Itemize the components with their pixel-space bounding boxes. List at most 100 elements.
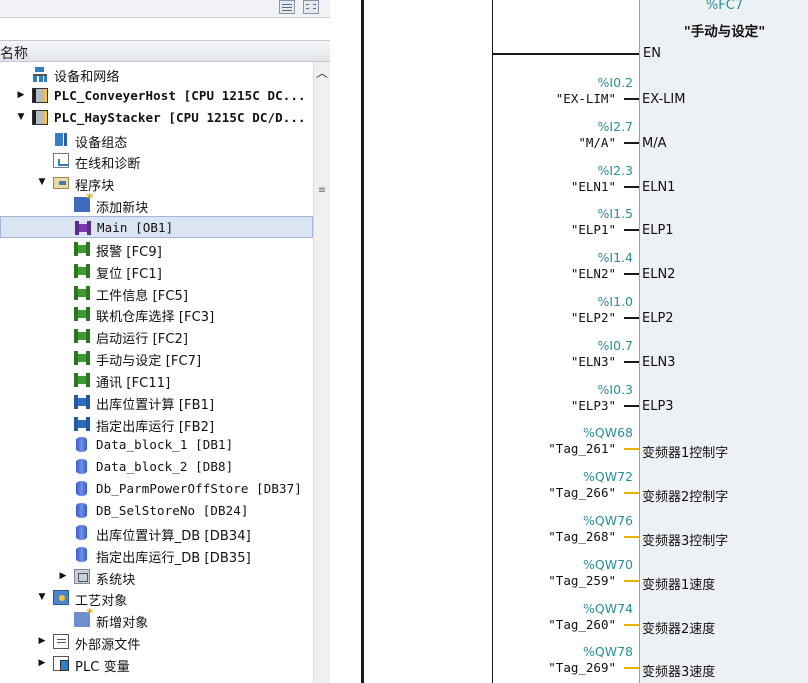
param-wire xyxy=(624,667,639,670)
tree-item[interactable]: 添加新块 xyxy=(0,192,313,216)
collapse-arrow-icon[interactable]: ▼ xyxy=(16,111,26,123)
tree-item[interactable]: ▼ 程序块 xyxy=(0,172,313,194)
scroll-grip-icon[interactable]: ≡ xyxy=(317,186,327,196)
tree-item[interactable]: Main [OB1] xyxy=(0,215,313,238)
param-tag[interactable]: "ELN3" xyxy=(571,354,616,369)
column-header[interactable]: 名称 xyxy=(0,40,330,62)
param-tag[interactable]: "Tag_266" xyxy=(548,485,616,500)
tree-item[interactable]: ▶ PLC_ConveyerHost [CPU 1215C DC... xyxy=(0,85,313,107)
pin-label: 变频器3控制字 xyxy=(642,534,729,549)
scroll-up-icon[interactable]: ︿ xyxy=(316,67,328,79)
param-tag[interactable]: "Tag_260" xyxy=(548,617,616,632)
param-address: %I0.3 xyxy=(597,381,633,397)
tree-item[interactable]: 指定出库运行 [FB2] xyxy=(0,413,313,435)
plc-icon xyxy=(32,87,48,103)
tree-item-label: Data_block_1 [DB1] xyxy=(96,437,234,453)
tree-item[interactable]: 手动与设定 [FC7] xyxy=(0,347,313,369)
tree-item-label: 设备和网络 xyxy=(54,70,120,85)
param-tag[interactable]: "ELN1" xyxy=(571,179,616,194)
tree-item[interactable]: 联机仓库选择 [FC3] xyxy=(0,303,313,325)
tree-item[interactable]: DB_SelStoreNo [DB24] xyxy=(0,500,313,522)
tree-item[interactable]: ▶ PLC 变量 xyxy=(0,653,313,675)
db-block-icon xyxy=(76,481,87,497)
external-source-icon xyxy=(53,634,69,650)
param-tag[interactable]: "ELP2" xyxy=(571,310,616,325)
param-tag[interactable]: "ELP1" xyxy=(571,222,616,237)
tree-item-label: 通讯 [FC11] xyxy=(96,375,171,391)
tree-item[interactable]: 在线和诊断 xyxy=(0,150,313,172)
expand-arrow-icon[interactable]: ▶ xyxy=(37,657,47,669)
fc-block-icon xyxy=(74,285,90,300)
expand-arrow-icon[interactable]: ▶ xyxy=(37,635,47,647)
fc-block-icon xyxy=(74,329,90,344)
tree-item[interactable]: Db_ParmPowerOffStore [DB37] xyxy=(0,478,313,500)
power-rail xyxy=(361,0,364,683)
tree-item-label: PLC 变量 xyxy=(75,659,130,675)
param-wire xyxy=(624,579,639,582)
pin-label: ELP2 xyxy=(642,311,674,326)
tree-item[interactable]: ▶ 系统块 xyxy=(0,566,313,588)
tree-item[interactable]: 设备和网络 xyxy=(0,63,313,85)
tree-item[interactable]: 指定出库运行_DB [DB35] xyxy=(0,544,313,566)
expand-arrow-icon[interactable]: ▶ xyxy=(16,89,26,101)
tree-item-label: 系统块 xyxy=(96,572,136,588)
tree-item[interactable]: 出库位置计算_DB [DB34] xyxy=(0,522,313,544)
tree-item[interactable]: 设备组态 xyxy=(0,129,313,151)
param-address: %QW72 xyxy=(583,469,633,485)
tree-item[interactable]: ▼ PLC_HayStacker [CPU 1215C DC/D... xyxy=(0,107,313,129)
param-tag[interactable]: "Tag_268" xyxy=(548,529,616,544)
fc-block-icon xyxy=(74,372,90,387)
tree-item[interactable]: ▶ 外部源文件 xyxy=(0,631,313,653)
param-wire xyxy=(624,185,639,188)
tree-toolbar xyxy=(0,0,330,18)
network-icon xyxy=(32,66,48,82)
tree-item[interactable]: 复位 [FC1] xyxy=(0,260,313,282)
project-tree: 名称 设备和网络 ▶ PLC_ConveyerHost [CPU 1215C DC.… xyxy=(0,0,330,683)
ob-block-icon xyxy=(75,220,91,235)
block-name[interactable]: "手动与设定" xyxy=(640,20,808,40)
pin-label: 变频器3速度 xyxy=(642,665,716,681)
collapse-arrow-icon[interactable]: ▼ xyxy=(37,176,47,188)
param-address: %QW68 xyxy=(583,425,633,441)
pin-label: 变频器2速度 xyxy=(642,621,716,637)
tree-item[interactable]: 启动运行 [FC2] xyxy=(0,325,313,347)
param-wire xyxy=(624,360,639,363)
tree-item[interactable]: ▼ 工艺对象 xyxy=(0,587,313,609)
fc-block-icon xyxy=(74,307,90,322)
tree-item[interactable]: Data_block_1 [DB1] xyxy=(0,434,313,456)
tree-item-label: 复位 [FC1] xyxy=(96,266,162,282)
tree-scrollbar[interactable]: ︿ ≡ xyxy=(313,62,330,683)
collapse-arrow-icon[interactable]: ▼ xyxy=(37,591,47,603)
param-tag[interactable]: "ELP3" xyxy=(571,398,616,413)
device-config-icon xyxy=(53,132,69,147)
tree-item-label: 设备组态 xyxy=(75,135,128,151)
expand-arrow-icon[interactable]: ▶ xyxy=(58,570,68,582)
fb-block-icon xyxy=(74,416,90,431)
tree-item[interactable]: 新增对象 xyxy=(0,607,313,631)
tree-item[interactable]: 通讯 [FC11] xyxy=(0,369,313,391)
tree-item[interactable]: Data_block_2 [DB8] xyxy=(0,456,313,478)
param-tag[interactable]: "EX-LIM" xyxy=(556,91,616,106)
block-instance-address: %FC7 xyxy=(705,0,744,13)
param-tag[interactable]: "ELN2" xyxy=(571,266,616,281)
param-wire xyxy=(624,98,639,100)
tree-item-label: 联机仓库选择 [FC3] xyxy=(96,310,215,326)
param-tag[interactable]: "Tag_269" xyxy=(548,660,616,675)
tree-item[interactable]: 工件信息 [FC5] xyxy=(0,282,313,304)
tree-item[interactable]: 出库位置计算 [FB1] xyxy=(0,391,313,413)
param-address: %QW78 xyxy=(583,644,633,660)
tree-item[interactable]: 报警 [FC9] xyxy=(0,238,313,260)
add-object-icon xyxy=(74,607,93,628)
pin-en: EN xyxy=(643,46,661,61)
param-address: %I1.5 xyxy=(597,206,633,222)
param-tag[interactable]: "Tag_259" xyxy=(548,573,616,588)
pin-label: 变频器2控制字 xyxy=(642,490,729,506)
param-address: %QW76 xyxy=(583,513,633,528)
pin-label: 变频器1速度 xyxy=(642,577,716,593)
param-tag[interactable]: "Tag_261" xyxy=(548,441,616,456)
param-tag[interactable]: "M/A" xyxy=(578,135,616,150)
param-wire xyxy=(624,492,639,495)
grid-view-icon[interactable] xyxy=(303,0,319,14)
list-view-icon[interactable] xyxy=(279,0,295,14)
db-block-icon xyxy=(76,503,87,518)
